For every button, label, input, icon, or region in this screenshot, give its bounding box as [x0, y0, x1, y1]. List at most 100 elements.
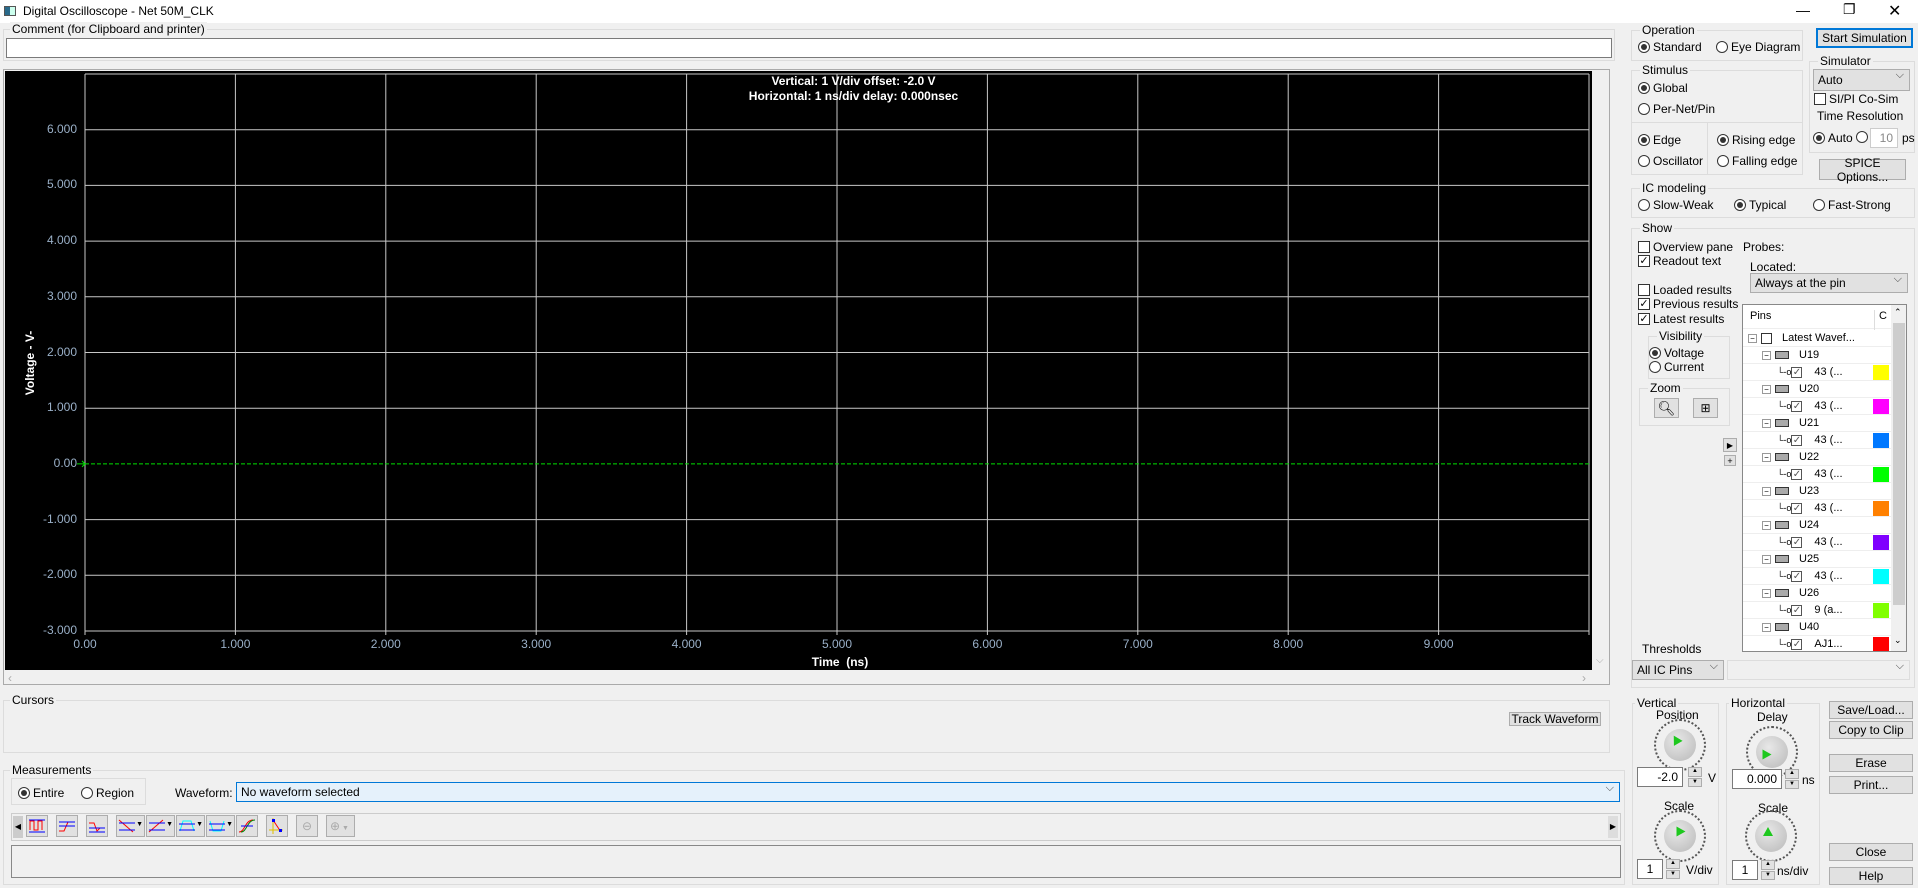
copy-to-clip-button[interactable]: Copy to Clip [1829, 721, 1913, 739]
horizontal-scale-input[interactable]: 1 [1732, 860, 1758, 880]
start-simulation-button[interactable]: Start Simulation [1816, 28, 1913, 48]
toolbar-scroll-right[interactable]: ▶ [1608, 816, 1618, 838]
eye-diagram-radio[interactable]: Eye Diagram [1716, 40, 1800, 54]
pins-column-header[interactable]: Pins [1750, 310, 1771, 322]
thresholds-select[interactable]: All IC Pins [1632, 660, 1724, 680]
pin-checkbox[interactable]: ✓ [1791, 434, 1803, 446]
latest-results-checkbox[interactable]: ✓ Latest results [1638, 312, 1724, 326]
slow-weak-radio[interactable]: Slow-Weak [1638, 198, 1713, 212]
waveform-select[interactable]: No waveform selected [236, 782, 1620, 802]
current-radio[interactable]: Current [1649, 360, 1704, 374]
overview-pane-checkbox[interactable]: Overview pane [1638, 240, 1733, 254]
pin-checkbox[interactable]: ✓ [1791, 604, 1803, 616]
tree-pin-row[interactable]: └-o ✓ 43 (... [1743, 364, 1891, 381]
low-width-button[interactable]: ▼ [206, 815, 235, 837]
global-radio[interactable]: Global [1638, 81, 1688, 95]
tree-component-row[interactable]: − U26 [1743, 585, 1891, 602]
horizontal-delay-spinner[interactable]: ▲ ▼ [1785, 769, 1799, 789]
zoom-fit-button[interactable]: ⊞ [1693, 398, 1718, 418]
simulator-select[interactable]: Auto [1813, 69, 1910, 91]
time-res-manual-radio[interactable] [1856, 131, 1868, 143]
tree-pin-row[interactable]: └-o ✓ 43 (... [1743, 500, 1891, 517]
tree-scrollbar[interactable]: ⌃ ⌄ [1891, 305, 1906, 651]
standard-radio[interactable]: Standard [1638, 40, 1702, 54]
voltage-radio[interactable]: Voltage [1649, 346, 1704, 360]
marker-measure-button[interactable] [266, 815, 288, 837]
horizontal-scale-spinner[interactable]: ▲ ▼ [1761, 860, 1775, 880]
vertical-position-input[interactable]: -2.0 [1637, 767, 1683, 787]
minimize-icon[interactable]: — [1796, 2, 1810, 18]
fast-strong-radio[interactable]: Fast-Strong [1813, 198, 1891, 212]
pins-header[interactable]: Pins C [1743, 305, 1891, 330]
vertical-position-spinner[interactable]: ▲ ▼ [1688, 767, 1702, 787]
color-column-header[interactable]: C [1874, 310, 1887, 330]
pin-color-swatch[interactable] [1873, 467, 1889, 482]
tree-component-row[interactable]: − U19 [1743, 347, 1891, 364]
rising-edge-radio[interactable]: Rising edge [1717, 133, 1795, 147]
oscilloscope-plot[interactable]: Vertical: 1 V/div offset: -2.0 V Horizon… [5, 71, 1592, 670]
tree-pin-row[interactable]: └-o ✓ 9 (a... [1743, 602, 1891, 619]
pin-color-swatch[interactable] [1873, 569, 1889, 584]
delay-measure-button[interactable] [236, 815, 258, 837]
pin-color-swatch[interactable] [1873, 399, 1889, 414]
help-button[interactable]: Help [1829, 867, 1913, 885]
close-icon[interactable]: ✕ [1888, 1, 1901, 21]
horizontal-scale-knob[interactable] [1745, 810, 1797, 862]
undershoot-measure-button[interactable] [86, 815, 108, 837]
comment-input[interactable] [6, 38, 1612, 58]
scroll-left-icon[interactable]: ‹ [8, 671, 12, 685]
period-measure-button[interactable] [26, 815, 48, 837]
per-net-pin-radio[interactable]: Per-Net/Pin [1638, 102, 1715, 116]
pins-tree[interactable]: Pins C − Latest Wavef... − U19 └-o ✓ 43 (...… [1742, 304, 1907, 652]
edge-radio[interactable]: Edge [1638, 133, 1681, 147]
tree-pin-row[interactable]: └-o ✓ 43 (... [1743, 568, 1891, 585]
vertical-scale-knob[interactable] [1654, 810, 1706, 862]
rise-time-button[interactable]: ▼ [146, 815, 175, 837]
scroll-right-icon[interactable]: › [1582, 671, 1586, 685]
oscillator-radio[interactable]: Oscillator [1638, 154, 1703, 168]
save-load-button[interactable]: Save/Load... [1829, 701, 1913, 719]
tree-component-row[interactable]: − U21 [1743, 415, 1891, 432]
readout-text-checkbox[interactable]: ✓ Readout text [1638, 254, 1721, 268]
si-pi-cosim-checkbox[interactable]: SI/PI Co-Sim [1814, 92, 1898, 106]
spice-options-button[interactable]: SPICE Options... [1819, 156, 1906, 184]
close-button[interactable]: Close [1829, 843, 1913, 861]
tree-component-row[interactable]: − U20 [1743, 381, 1891, 398]
fall-time-button[interactable]: ▼ [116, 815, 145, 837]
pin-checkbox[interactable]: ✓ [1791, 502, 1803, 514]
maximize-icon[interactable]: ❐ [1843, 1, 1856, 18]
tree-component-row[interactable]: − U22 [1743, 449, 1891, 466]
scroll-down-icon[interactable]: ⌵ [1596, 655, 1604, 666]
vertical-scale-input[interactable]: 1 [1637, 859, 1663, 879]
tree-pin-row[interactable]: └-o ✓ 43 (... [1743, 398, 1891, 415]
vertical-scale-spinner[interactable]: ▲ ▼ [1666, 859, 1680, 879]
tree-pin-row[interactable]: └-o ✓ AJ1... [1743, 636, 1891, 651]
tree-pin-row[interactable]: └-o ✓ 43 (... [1743, 432, 1891, 449]
pin-checkbox[interactable]: ✓ [1791, 366, 1803, 378]
pin-checkbox[interactable]: ✓ [1791, 536, 1803, 548]
zoom-in-button[interactable]: 🔍︎ [1654, 398, 1679, 418]
overshoot-measure-button[interactable] [56, 815, 78, 837]
tree-pin-row[interactable]: └-o ✓ 43 (... [1743, 466, 1891, 483]
tree-component-row[interactable]: − U25 [1743, 551, 1891, 568]
pin-checkbox[interactable]: ✓ [1791, 638, 1803, 650]
track-waveform-button[interactable]: Track Waveform [1509, 712, 1601, 726]
pin-checkbox[interactable]: ✓ [1791, 570, 1803, 582]
typical-radio[interactable]: Typical [1734, 198, 1786, 212]
add-probe-button[interactable]: + [1724, 455, 1736, 466]
pin-color-swatch[interactable] [1873, 637, 1889, 651]
tree-component-row[interactable]: − U40 [1743, 619, 1891, 636]
loaded-results-checkbox[interactable]: Loaded results [1638, 283, 1732, 297]
tree-scroll-thumb[interactable] [1893, 323, 1905, 605]
pin-color-swatch[interactable] [1873, 603, 1889, 618]
tree-root[interactable]: − Latest Wavef... [1743, 330, 1891, 347]
pulse-width-button[interactable]: ▼ [176, 815, 205, 837]
tree-component-row[interactable]: − U23 [1743, 483, 1891, 500]
region-radio[interactable]: Region [81, 786, 134, 800]
pin-color-swatch[interactable] [1873, 501, 1889, 516]
located-select[interactable]: Always at the pin [1750, 273, 1908, 293]
pin-checkbox[interactable]: ✓ [1791, 468, 1803, 480]
erase-button[interactable]: Erase [1829, 754, 1913, 772]
previous-results-checkbox[interactable]: ✓ Previous results [1638, 297, 1738, 311]
expand-panel-button[interactable]: ▶ [1723, 438, 1737, 452]
